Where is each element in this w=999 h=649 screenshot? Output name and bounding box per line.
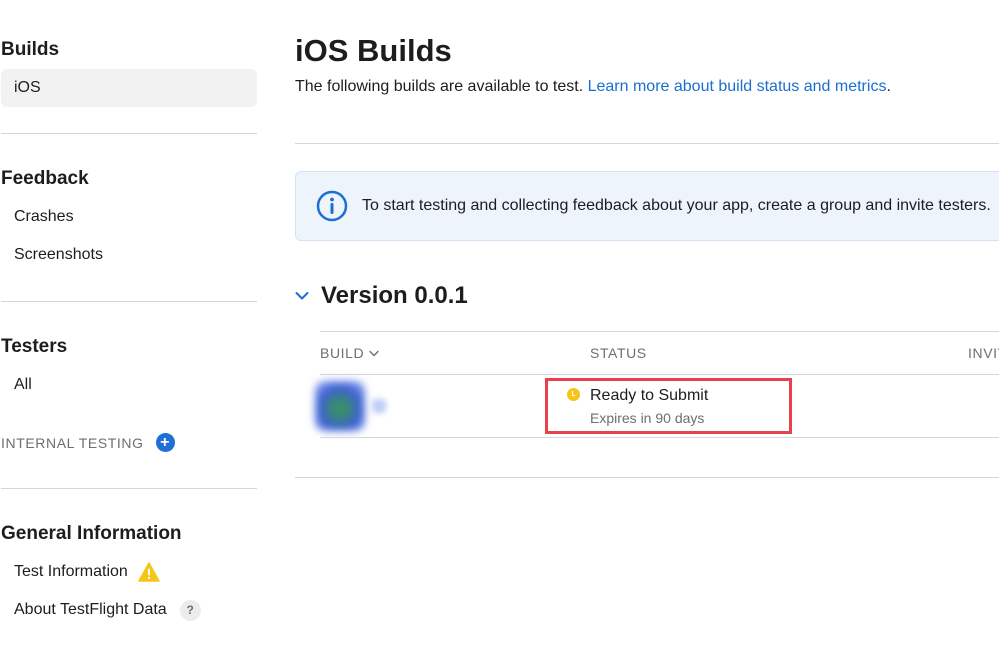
table-top-border — [320, 331, 999, 332]
main-content: iOS Builds The following builds are avai… — [295, 0, 999, 649]
sidebar-section-feedback: Feedback — [1, 168, 89, 189]
sidebar-item-label: Test Information — [14, 563, 128, 580]
build-number-blurred — [372, 399, 386, 413]
app-icon — [315, 381, 365, 431]
sidebar-section-testers: Testers — [1, 336, 68, 357]
subtitle-text: The following builds are available to te… — [295, 78, 588, 95]
sidebar-item-label: Crashes — [14, 208, 74, 225]
sidebar-item-all-testers[interactable]: All — [1, 366, 257, 404]
sidebar-item-label: Screenshots — [14, 246, 103, 263]
sidebar-divider — [1, 133, 257, 134]
info-circle-icon — [316, 190, 348, 222]
sidebar-item-about-testflight-data[interactable]: About TestFlight Data ? — [1, 591, 257, 629]
clock-status-icon — [567, 388, 580, 401]
build-status: Ready to Submit — [590, 387, 709, 404]
internal-testing-heading: INTERNAL TESTING + — [1, 433, 175, 452]
app-root: Builds iOS Feedback Crashes Screenshots … — [0, 0, 999, 649]
sort-chevron-down-icon — [369, 350, 379, 356]
sidebar-item-label: About TestFlight Data — [14, 601, 167, 618]
chevron-down-icon[interactable] — [295, 291, 309, 301]
sidebar: Builds iOS Feedback Crashes Screenshots … — [0, 0, 258, 649]
build-expiry: Expires in 90 days — [590, 410, 705, 426]
help-icon[interactable]: ? — [179, 599, 201, 621]
column-header-status: STATUS — [590, 345, 647, 361]
info-banner-text: To start testing and collecting feedback… — [362, 197, 991, 214]
column-header-label: STATUS — [590, 345, 647, 361]
info-banner: To start testing and collecting feedback… — [295, 171, 999, 241]
table-row-border — [320, 437, 999, 438]
sidebar-item-test-information[interactable]: Test Information — [1, 553, 257, 591]
sidebar-item-crashes[interactable]: Crashes — [1, 198, 257, 236]
column-header-invites: INVITES — [968, 345, 999, 361]
internal-testing-label: INTERNAL TESTING — [1, 434, 144, 451]
sidebar-divider — [1, 301, 257, 302]
version-header[interactable]: Version 0.0.1 — [295, 282, 468, 310]
sidebar-item-screenshots[interactable]: Screenshots — [1, 236, 257, 274]
page-subtitle: The following builds are available to te… — [295, 78, 891, 96]
plus-circle-icon[interactable]: + — [155, 433, 175, 452]
version-title: Version 0.0.1 — [321, 282, 468, 309]
page-title: iOS Builds — [295, 33, 452, 68]
subtitle-end: . — [886, 78, 891, 95]
sidebar-item-label: iOS — [14, 79, 41, 96]
column-header-build[interactable]: BUILD — [320, 345, 379, 361]
sidebar-item-ios[interactable]: iOS — [1, 69, 257, 107]
table-header-border — [320, 374, 999, 375]
column-header-label: INVITES — [968, 345, 999, 361]
build-status-learn-more-link[interactable]: Learn more about build status and metric… — [588, 78, 887, 95]
section-divider — [295, 477, 999, 478]
header-divider — [295, 143, 999, 144]
column-header-label: BUILD — [320, 345, 365, 361]
sidebar-section-builds: Builds — [1, 39, 60, 60]
warning-icon — [138, 562, 160, 582]
sidebar-divider — [1, 488, 257, 489]
sidebar-item-label: All — [14, 376, 32, 393]
sidebar-section-general-information: General Information — [1, 523, 182, 544]
